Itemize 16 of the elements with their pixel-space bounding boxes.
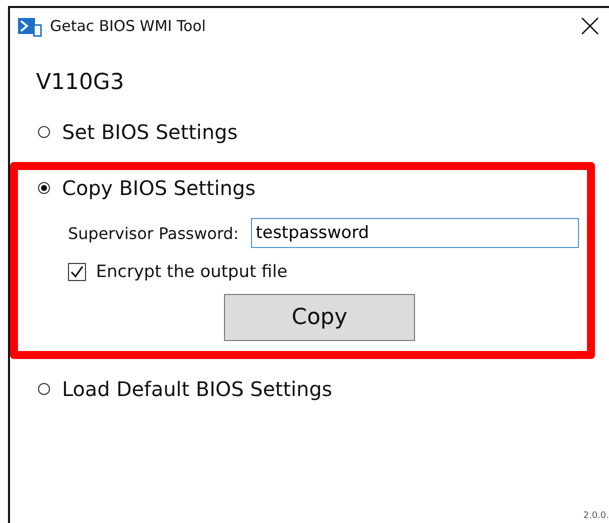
- copy-button[interactable]: Copy: [224, 294, 415, 341]
- password-field[interactable]: testpassword: [250, 218, 579, 248]
- version-label: 2.0.0.: [583, 511, 609, 521]
- app-icon: [18, 15, 42, 37]
- close-icon[interactable]: [581, 17, 599, 35]
- radio-icon[interactable]: [38, 182, 50, 194]
- radio-icon[interactable]: [38, 126, 50, 138]
- password-label: Supervisor Password:: [68, 224, 239, 242]
- radio-option[interactable]: Load Default BIOS Settings: [38, 377, 609, 401]
- model-name: V110G3: [35, 69, 126, 97]
- radio-option[interactable]: Set BIOS Settings: [38, 120, 609, 144]
- radio-option[interactable]: Copy BIOS Settings: [38, 176, 587, 200]
- encrypt-checkbox[interactable]: Encrypt the output file: [68, 262, 587, 282]
- window-title: Getac BIOS WMI Tool: [50, 17, 206, 35]
- radio-icon[interactable]: [38, 383, 50, 395]
- checkbox-icon[interactable]: [68, 263, 86, 281]
